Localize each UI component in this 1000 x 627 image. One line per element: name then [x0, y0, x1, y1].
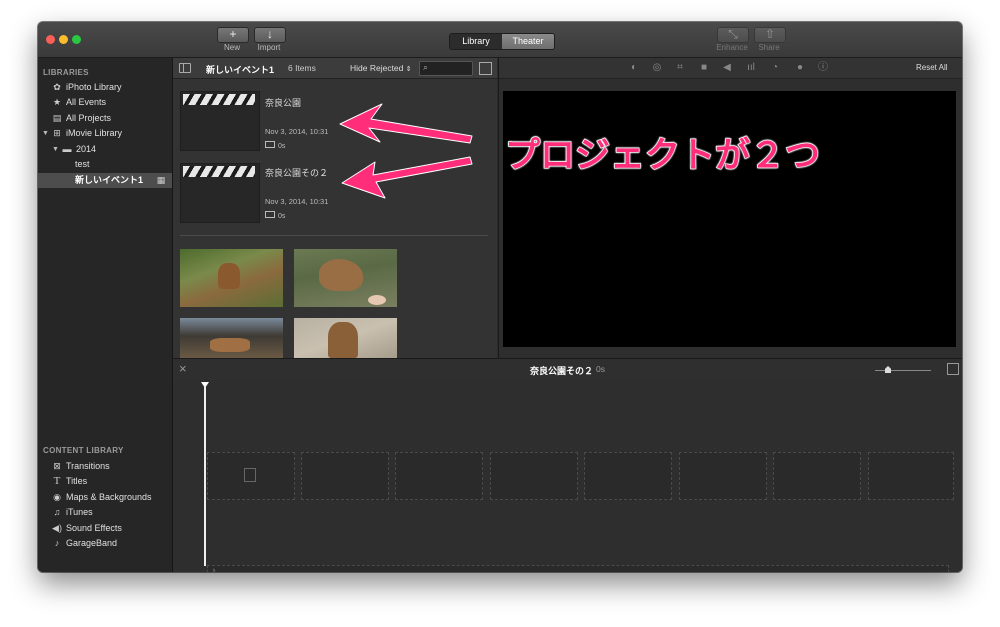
arrow-to-project-1: [339, 103, 473, 144]
annotation-arrows: [339, 103, 473, 199]
arrow-to-project-2: [341, 156, 473, 199]
annotation-text: プロジェクトが２つ: [504, 135, 821, 176]
